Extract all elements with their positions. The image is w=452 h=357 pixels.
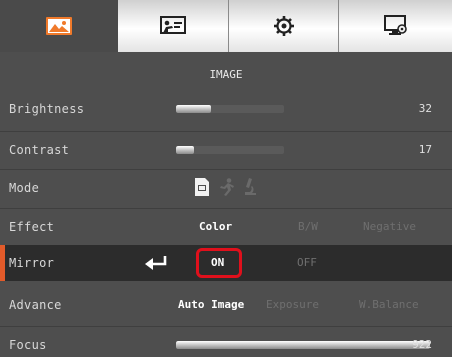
selection-accent — [0, 245, 5, 281]
advance-option-exposure[interactable]: Exposure — [266, 287, 319, 323]
row-contrast[interactable]: Contrast 17 — [0, 131, 452, 167]
contrast-slider-fill — [176, 146, 195, 154]
tab-presentation[interactable] — [118, 0, 229, 52]
effect-label: Effect — [9, 220, 55, 234]
advance-option-auto-image[interactable]: Auto Image — [178, 287, 244, 323]
tab-display[interactable] — [339, 0, 452, 52]
focus-value: 922 — [412, 338, 432, 351]
tab-settings[interactable] — [229, 0, 339, 52]
effect-option-negative[interactable]: Negative — [363, 209, 416, 245]
mirror-label: Mirror — [9, 256, 55, 270]
row-focus[interactable]: Focus 922 — [0, 326, 452, 357]
focus-label: Focus — [9, 338, 47, 352]
presenter-icon — [160, 16, 186, 34]
enter-arrow-icon — [145, 256, 167, 270]
brightness-slider[interactable] — [176, 105, 284, 113]
brightness-label: Brightness — [9, 102, 85, 116]
mirror-option-off[interactable]: OFF — [297, 245, 317, 281]
motion-runner-icon[interactable] — [219, 178, 235, 200]
document-icon[interactable] — [195, 178, 209, 200]
contrast-label: Contrast — [9, 143, 70, 157]
gear-icon — [273, 16, 294, 36]
section-title: IMAGE — [209, 68, 243, 81]
row-mode[interactable]: Mode — [0, 169, 452, 205]
highlight-box — [196, 248, 242, 278]
tab-image[interactable] — [0, 0, 118, 52]
focus-slider-fill — [176, 341, 430, 349]
mode-label: Mode — [9, 181, 40, 195]
tab-bar — [0, 0, 452, 52]
focus-slider[interactable] — [176, 341, 430, 349]
row-effect[interactable]: Effect Color B/W Negative — [0, 208, 452, 244]
brightness-slider-fill — [176, 105, 211, 113]
brightness-value: 32 — [418, 102, 432, 115]
contrast-value: 17 — [418, 143, 432, 156]
row-advance[interactable]: Advance Auto Image Exposure W.Balance — [0, 287, 452, 323]
advance-label: Advance — [9, 298, 62, 312]
effect-option-bw[interactable]: B/W — [298, 209, 318, 245]
effect-option-color[interactable]: Color — [199, 209, 232, 245]
contrast-slider[interactable] — [176, 146, 284, 154]
picture-icon — [46, 17, 72, 35]
advance-option-wbalance[interactable]: W.Balance — [359, 287, 419, 323]
row-brightness[interactable]: Brightness 32 — [0, 91, 452, 127]
monitor-settings-icon — [383, 15, 407, 35]
microscope-icon[interactable] — [243, 178, 257, 200]
osd-menu: IMAGE Brightness 32 Contrast 17 Mode Eff… — [0, 0, 452, 357]
